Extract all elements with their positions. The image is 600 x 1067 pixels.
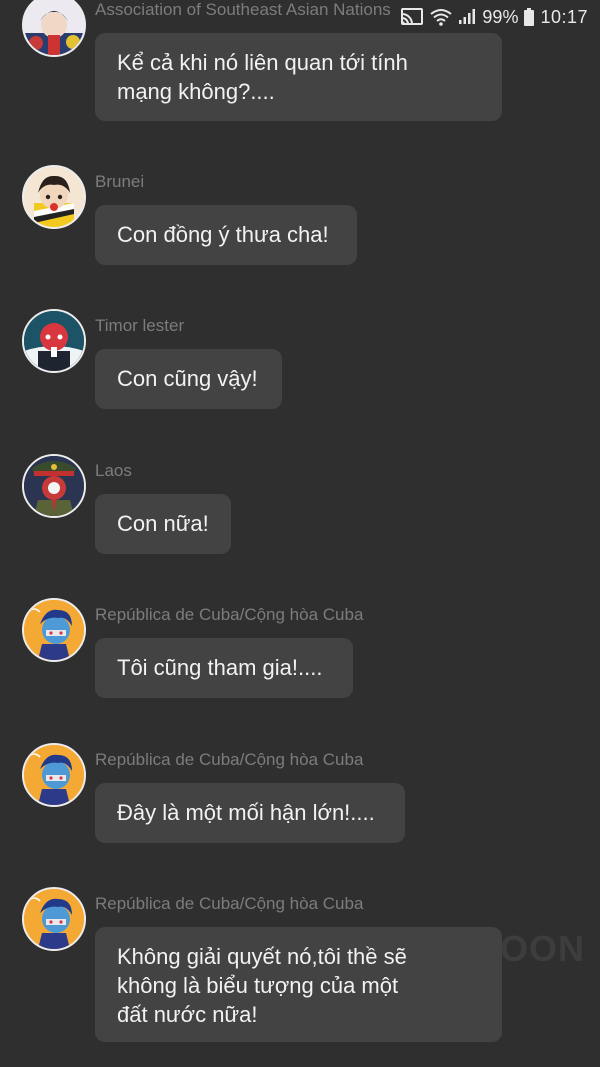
- sender-name: República de Cuba/Cộng hòa Cuba: [95, 894, 364, 913]
- sender-name: Laos: [95, 461, 132, 480]
- message-text: Tôi cũng tham gia!....: [117, 655, 323, 680]
- cuba-avatar-icon[interactable]: [22, 743, 86, 807]
- message-text: Con nữa!: [117, 511, 209, 536]
- chat-message: República de Cuba/Cộng hòa Cuba Đây là m…: [0, 743, 600, 883]
- message-text: Không giải quyết nó,tôi thề sẽ: [117, 944, 407, 969]
- message-bubble: Con nữa!: [95, 494, 231, 554]
- message-text: đất nước nữa!: [117, 1002, 258, 1027]
- message-text: Con cũng vậy!: [117, 366, 258, 391]
- wifi-icon: [430, 8, 453, 26]
- message-bubble: Con cũng vậy!: [95, 349, 282, 409]
- message-bubble: Đây là một mối hận lớn!....: [95, 783, 405, 843]
- chat-message: República de Cuba/Cộng hòa Cuba Tôi cũng…: [0, 598, 600, 738]
- message-text: không là biểu tượng của một: [117, 973, 399, 998]
- cast-icon: [400, 7, 424, 27]
- message-text: Con đồng ý thưa cha!: [117, 222, 329, 247]
- sender-name: Association of Southeast Asian Nations: [95, 0, 391, 19]
- chat-message: Timor lester Con cũng vậy!: [0, 309, 600, 449]
- chat-message: Brunei Con đồng ý thưa cha!: [0, 165, 600, 305]
- message-text: Kể cả khi nó liên quan tới tính: [117, 50, 408, 75]
- watermark: OON: [500, 928, 586, 969]
- sender-name: Timor lester: [95, 316, 185, 335]
- message-bubble: Kể cả khi nó liên quan tới tính mạng khô…: [95, 33, 502, 121]
- laos-avatar-icon[interactable]: [22, 454, 86, 518]
- status-bar: 99% 10:17: [370, 0, 600, 34]
- battery-icon: [524, 8, 535, 26]
- sender-name: República de Cuba/Cộng hòa Cuba: [95, 750, 364, 769]
- chat-message: Laos Con nữa!: [0, 454, 600, 594]
- timor-avatar-icon[interactable]: [22, 309, 86, 373]
- asean-avatar-icon[interactable]: [22, 0, 86, 57]
- message-text: mạng không?....: [117, 79, 275, 104]
- sender-name: Brunei: [95, 172, 145, 191]
- signal-icon: [458, 9, 476, 25]
- cuba-avatar-icon[interactable]: [22, 887, 86, 951]
- message-bubble: Con đồng ý thưa cha!: [95, 205, 357, 265]
- clock: 10:17: [540, 6, 588, 27]
- cuba-avatar-icon[interactable]: [22, 598, 86, 662]
- battery-percent: 99%: [482, 6, 519, 27]
- message-bubble: Không giải quyết nó,tôi thề sẽ không là …: [95, 927, 502, 1042]
- brunei-avatar-icon[interactable]: [22, 165, 86, 229]
- message-bubble: Tôi cũng tham gia!....: [95, 638, 353, 698]
- message-text: Đây là một mối hận lớn!....: [117, 800, 375, 825]
- sender-name: República de Cuba/Cộng hòa Cuba: [95, 605, 364, 624]
